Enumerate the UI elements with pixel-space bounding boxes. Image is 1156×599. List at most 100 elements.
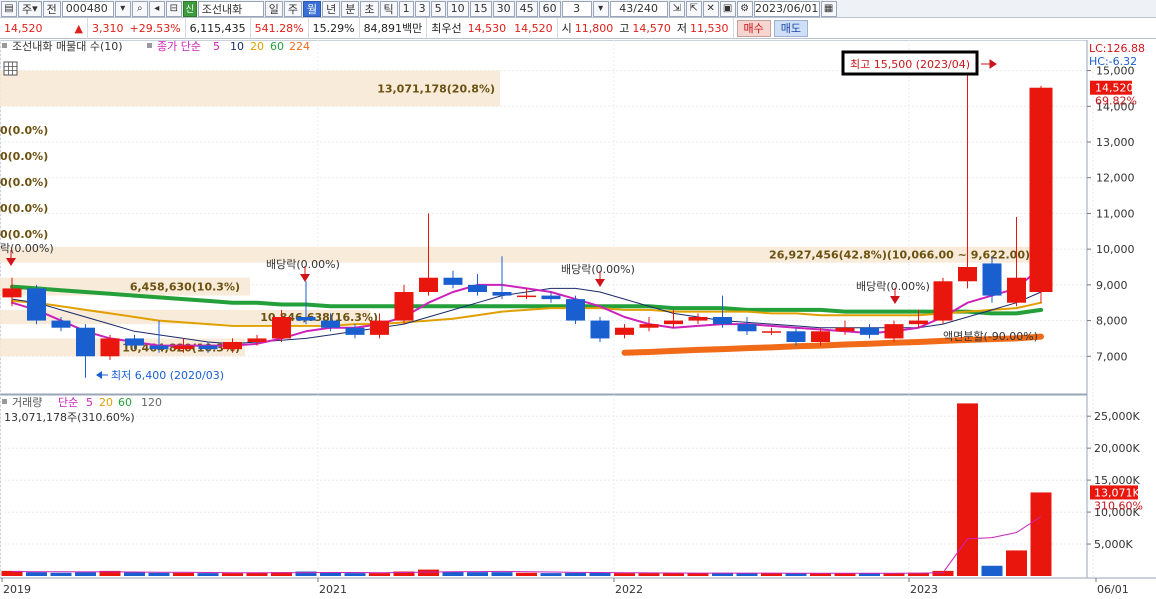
volume-bar: [26, 572, 47, 576]
table-toggle-icon[interactable]: [3, 61, 18, 76]
dividend-label: 배당락(0.00%): [856, 280, 930, 293]
volume-tag-pct: 310.60%: [1094, 499, 1143, 512]
interval-60[interactable]: 60: [538, 0, 561, 17]
candle-body: [688, 317, 708, 321]
period-minute[interactable]: 분: [341, 0, 360, 17]
time-axis[interactable]: 2019 2021 2022 2023 06/01: [0, 577, 1156, 599]
period-month[interactable]: 월: [303, 0, 322, 17]
price-axis[interactable]: 15,00014,00013,00012,00011,00010,0009,00…: [1087, 65, 1137, 364]
range-select-label: 전: [46, 2, 57, 16]
legend-vol-ma120: 120: [141, 396, 162, 409]
period-day[interactable]: 일: [264, 0, 283, 17]
candle-body: [125, 338, 144, 346]
crosshair-icon[interactable]: ✕: [702, 0, 719, 17]
volume-value: 13,071,178주(310.60%): [4, 411, 135, 424]
market-select[interactable]: 주 ▾: [18, 0, 42, 17]
up-arrow-icon: ▲: [74, 21, 83, 35]
legend-ma60: 60: [270, 40, 284, 53]
high-marker-label: 최고 15,500 (2023/04): [850, 58, 970, 71]
interval-dropdown-icon[interactable]: ▾: [592, 0, 609, 17]
candle-body: [174, 345, 193, 350]
time-tick-label: 06/01: [1097, 583, 1129, 596]
volume-bar: [932, 570, 954, 576]
candle-body: [394, 292, 414, 321]
volume-panel[interactable]: [0, 394, 1094, 579]
time-tick-label: 2021: [319, 583, 347, 596]
interval-10[interactable]: 10: [446, 0, 469, 17]
legend-ma224: 224: [289, 40, 310, 53]
candle-body: [345, 327, 365, 335]
range-select[interactable]: 전: [42, 0, 61, 17]
profile-zero-label: 0(0.0%): [0, 228, 48, 241]
interval-5[interactable]: 5: [430, 0, 446, 17]
interval-1[interactable]: 1: [398, 0, 414, 17]
legend-vol-ma: 단순: [58, 396, 78, 409]
legend-vol-ma5: 5: [86, 396, 93, 409]
price-change: 3,310 +29.53%: [88, 17, 186, 39]
price-tick-label: 11,000: [1096, 207, 1135, 220]
bid-price: 14,520: [514, 21, 553, 35]
period-second[interactable]: 초: [360, 0, 379, 17]
ask-price: 14,530: [467, 21, 507, 35]
candle-body: [1007, 277, 1026, 303]
price-panel[interactable]: 13,071,178(20.8%) 26,927,456(42.8%)(10,06…: [0, 40, 1094, 395]
sell-button[interactable]: 매도: [773, 19, 809, 37]
buy-button[interactable]: 매수: [736, 19, 771, 37]
volume-bar: [222, 573, 243, 576]
date-field[interactable]: 2023/06/01: [753, 0, 820, 17]
legend-volume: 거래량: [12, 396, 42, 409]
best-label: 최우선: [431, 22, 462, 35]
stock-name-field[interactable]: 조선내화: [197, 0, 264, 17]
sound-icon[interactable]: ◂: [148, 0, 165, 17]
settings-icon[interactable]: ⚙: [736, 0, 753, 17]
zoom-in-icon[interactable]: ⇲: [668, 0, 685, 17]
price-tick-label: 13,000: [1096, 136, 1135, 149]
candle-body: [51, 320, 71, 328]
calendar-icon[interactable]: ▦: [820, 0, 837, 17]
current-price: 14,520 ▲: [0, 17, 88, 39]
code-dropdown-icon[interactable]: ▾: [114, 0, 131, 17]
period-tick[interactable]: 틱: [379, 0, 398, 17]
candle-body: [615, 327, 634, 335]
interval-45[interactable]: 45: [515, 0, 538, 17]
interval-input[interactable]: 3: [561, 0, 592, 17]
stock-chart[interactable]: 13,071,178(20.8%) 26,927,456(42.8%)(10,06…: [0, 40, 1156, 599]
legend-marker-ma: [147, 43, 152, 48]
volume-bar: [491, 572, 513, 576]
lock-icon[interactable]: ⊟: [165, 0, 182, 17]
zoom-out-icon[interactable]: ⇱: [685, 0, 702, 17]
volume-bar: [981, 565, 1003, 576]
legend-ma20: 20: [250, 40, 264, 53]
price-tag: 14,520: [1095, 82, 1134, 95]
candle-body: [541, 295, 561, 300]
profile-zero-label: 0(0.0%): [0, 176, 48, 189]
period-week[interactable]: 주: [283, 0, 303, 17]
candle-body: [296, 317, 316, 321]
time-tick-label: 2022: [615, 583, 643, 596]
count-field[interactable]: 43/240: [609, 0, 668, 17]
volume-bar: [810, 573, 831, 576]
interval-30[interactable]: 30: [492, 0, 515, 17]
candle-body: [1029, 87, 1053, 292]
profile-zero-label: 0(0.0%): [0, 202, 48, 215]
candle-body: [566, 299, 585, 321]
profile-band-label: 26,927,456(42.8%)(10,066.00 ~ 9,622.00): [769, 249, 1030, 262]
stock-code-input[interactable]: 000480: [61, 0, 114, 17]
volume-bar: [957, 403, 978, 576]
legend-ma-title: 종가 단순: [157, 40, 201, 53]
candle-body: [737, 324, 757, 332]
search-icon[interactable]: ⌕: [131, 0, 148, 17]
time-tick-label: 2019: [3, 583, 31, 596]
period-year[interactable]: 년: [322, 0, 341, 17]
save-icon[interactable]: ▣: [719, 0, 736, 17]
candle-body: [713, 317, 732, 325]
price-tick-label: 12,000: [1096, 172, 1135, 185]
interval-15[interactable]: 15: [469, 0, 492, 17]
volume-axis[interactable]: 25,000K20,000K15,000K10,000K5,000K13,071…: [1087, 410, 1143, 551]
interval-3[interactable]: 3: [414, 0, 430, 17]
candle-body: [982, 263, 1002, 296]
candle-body: [933, 281, 953, 321]
volume-bar: [663, 573, 684, 576]
layout-icon[interactable]: ▤: [1, 0, 17, 17]
candle-body: [909, 320, 928, 325]
